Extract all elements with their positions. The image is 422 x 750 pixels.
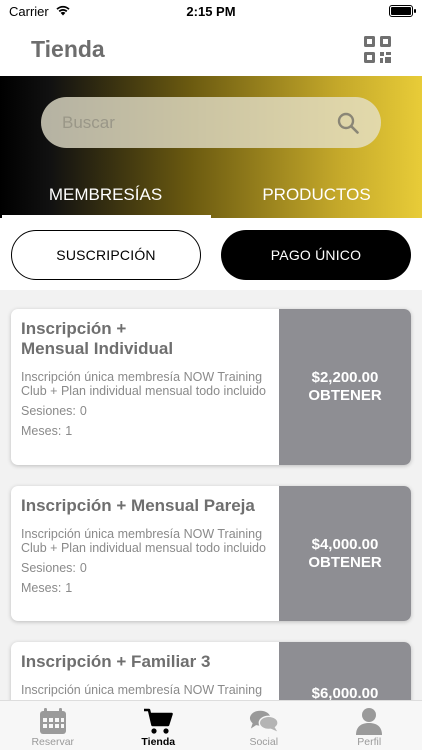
- get-button[interactable]: $2,200.00 OBTENER: [279, 309, 411, 465]
- wifi-icon: [55, 4, 71, 19]
- tab-label: Tienda: [141, 736, 176, 748]
- qr-code-icon: [363, 35, 391, 63]
- get-button[interactable]: $4,000.00 OBTENER: [279, 486, 411, 621]
- card-price: $2,200.00: [311, 369, 379, 386]
- calendar-icon: [38, 706, 68, 736]
- card-description: Inscripción única membresía NOW Training…: [21, 370, 266, 398]
- card-price: $6,000.00: [311, 685, 379, 700]
- card-months: Meses: 1: [21, 421, 269, 441]
- sessions-value: 0: [79, 561, 87, 575]
- membership-card[interactable]: Inscripción + Mensual Individual Inscrip…: [11, 309, 411, 465]
- card-info: Inscripción + Mensual Pareja Inscripción…: [11, 486, 279, 621]
- membership-list: Inscripción + Mensual Individual Inscrip…: [0, 290, 422, 700]
- tab-social[interactable]: Social: [211, 701, 317, 750]
- card-sessions: Sesiones: 0: [21, 401, 269, 421]
- chat-bubbles-icon: [249, 706, 279, 736]
- bottom-tab-bar: Reservar Tienda Social Perfil: [0, 700, 422, 750]
- tab-label: Social: [249, 736, 279, 748]
- tab-tienda[interactable]: Tienda: [106, 701, 212, 750]
- tab-label: Reservar: [31, 736, 75, 748]
- months-label: Meses:: [21, 581, 62, 595]
- card-description: Inscripción única membresía NOW Training: [21, 683, 263, 697]
- months-label: Meses:: [21, 424, 62, 438]
- store-screen: Carrier 2:15 PM Tienda MEMBRESÍ: [0, 0, 422, 750]
- subscription-button[interactable]: SUSCRIPCIÓN: [11, 230, 201, 280]
- card-months: Meses: 1: [21, 578, 269, 598]
- card-title: Inscripción + Mensual Individual: [21, 319, 174, 358]
- tab-label: Perfil: [357, 736, 382, 748]
- card-description: Inscripción única membresía NOW Training…: [21, 527, 266, 555]
- sessions-label: Sesiones:: [21, 404, 76, 418]
- page-title: Tienda: [31, 35, 105, 62]
- get-button[interactable]: $6,000.00: [279, 642, 411, 700]
- tab-strip: MEMBRESÍAS PRODUCTOS: [0, 176, 422, 218]
- single-payment-button[interactable]: PAGO ÚNICO: [221, 230, 411, 280]
- status-time: 2:15 PM: [186, 3, 236, 19]
- status-bar: Carrier 2:15 PM: [0, 0, 422, 22]
- card-price: $4,000.00: [311, 535, 379, 553]
- membership-card[interactable]: Inscripción + Mensual Pareja Inscripción…: [11, 486, 411, 621]
- qr-code-button[interactable]: [362, 34, 392, 64]
- card-info: Inscripción + Familiar 3 Inscripción úni…: [11, 642, 279, 700]
- membership-card[interactable]: Inscripción + Familiar 3 Inscripción úni…: [11, 642, 411, 700]
- hero-banner: MEMBRESÍAS PRODUCTOS: [0, 76, 422, 218]
- card-info: Inscripción + Mensual Individual Inscrip…: [11, 309, 279, 465]
- nav-header: Tienda: [0, 22, 422, 76]
- status-left: Carrier: [9, 4, 71, 19]
- get-label: OBTENER: [308, 387, 382, 404]
- card-sessions: Sesiones: 0: [21, 558, 269, 578]
- get-label: OBTENER: [308, 553, 382, 571]
- battery-icon: [389, 5, 416, 17]
- search-input[interactable]: [62, 112, 312, 133]
- card-title: Inscripción + Mensual Pareja: [21, 496, 255, 515]
- tab-reservar[interactable]: Reservar: [0, 701, 106, 750]
- card-title: Inscripción + Familiar 3: [21, 652, 211, 671]
- cart-icon: [143, 706, 174, 736]
- search-icon[interactable]: [337, 112, 359, 134]
- tab-products[interactable]: PRODUCTOS: [211, 176, 422, 218]
- tab-perfil[interactable]: Perfil: [317, 701, 422, 750]
- search-bar[interactable]: [41, 97, 381, 148]
- tab-memberships[interactable]: MEMBRESÍAS: [0, 176, 211, 218]
- payment-type-selector: SUSCRIPCIÓN PAGO ÚNICO: [0, 218, 422, 290]
- sessions-label: Sesiones:: [21, 561, 76, 575]
- sessions-value: 0: [79, 404, 87, 418]
- months-value: 1: [65, 581, 73, 595]
- carrier-label: Carrier: [9, 3, 49, 19]
- person-icon: [354, 706, 384, 736]
- months-value: 1: [65, 424, 73, 438]
